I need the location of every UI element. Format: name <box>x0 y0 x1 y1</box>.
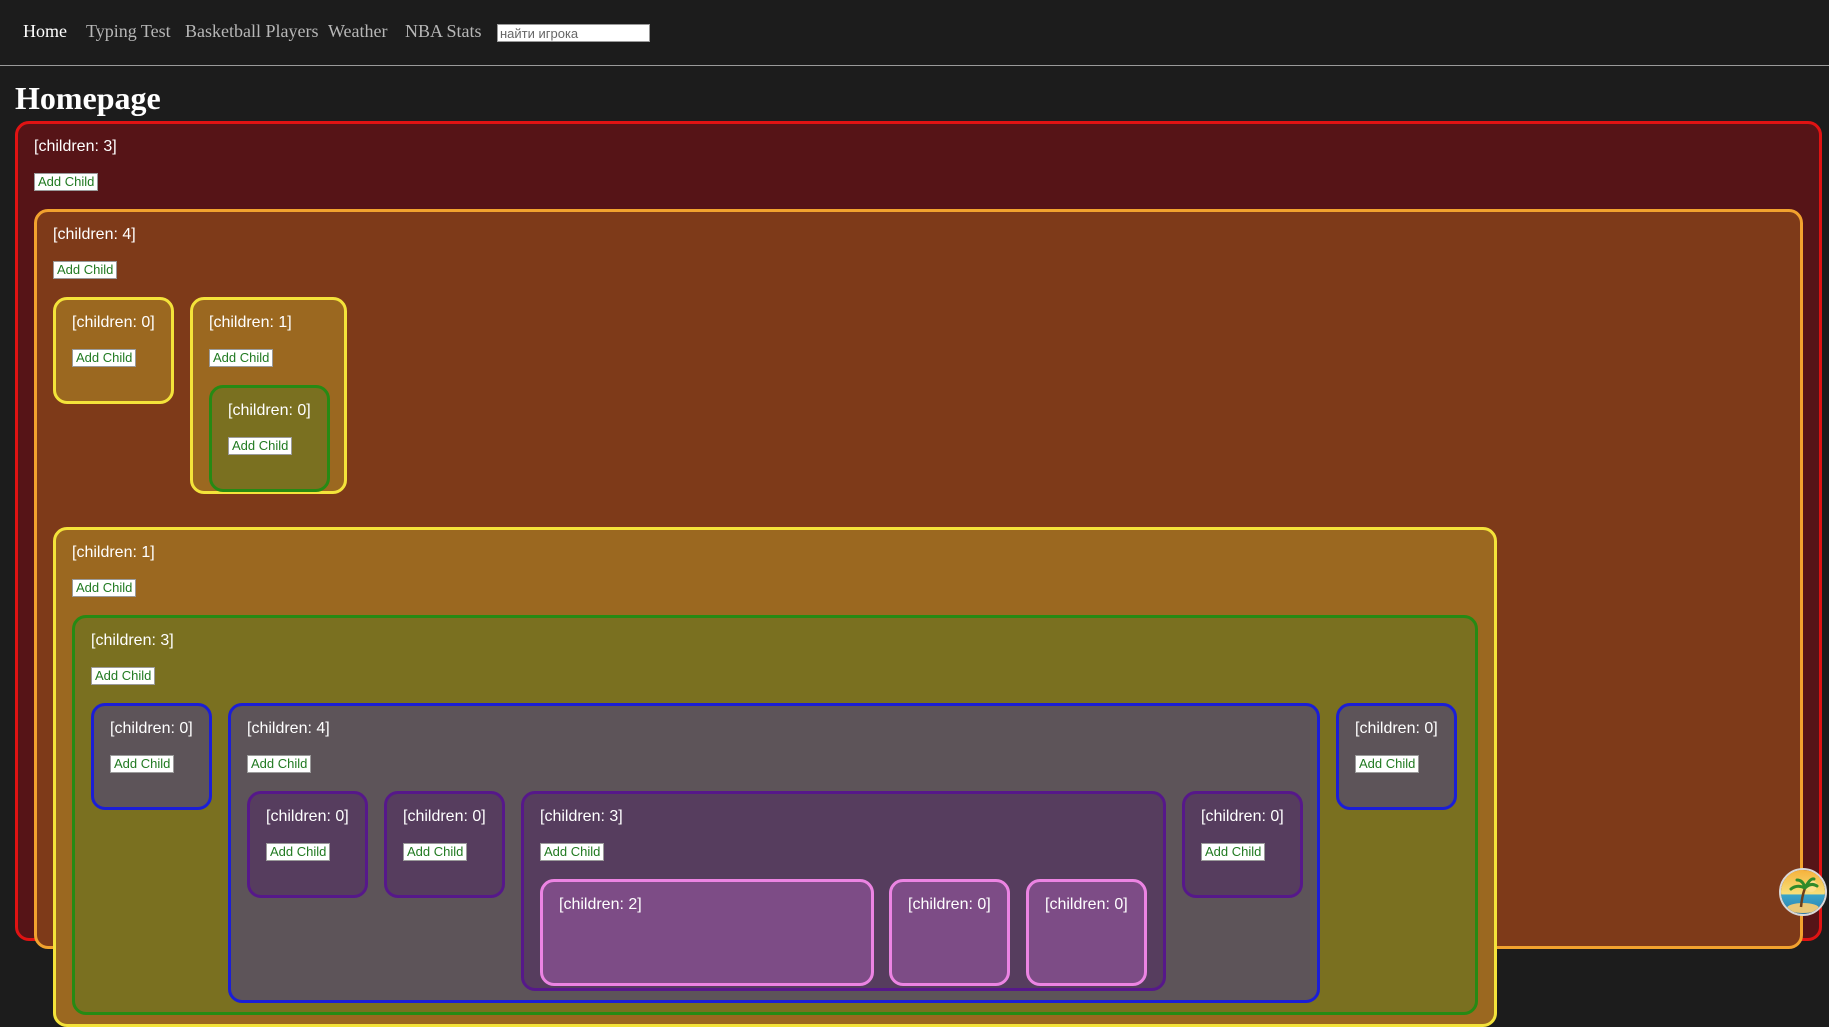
tree-node: [children: 0] Add Child <box>384 791 505 898</box>
tree-node: [children: 1] Add Child [children: 3] Ad… <box>53 527 1497 1027</box>
node-children-count: [children: 1] <box>209 314 292 331</box>
add-child-button[interactable]: Add Child <box>72 349 137 367</box>
tree-node: [children: 0] Add Child <box>209 385 330 492</box>
tree-node: [children: 0] <box>889 879 1010 986</box>
node-children-count: [children: 0] <box>1201 808 1284 825</box>
add-child-button[interactable]: Add Child <box>1201 843 1266 861</box>
add-child-button[interactable]: Add Child <box>266 843 331 861</box>
nav-link-weather[interactable]: Weather <box>328 21 388 42</box>
tree-node: [children: 3] Add Child [children: 2] [c… <box>521 791 1166 991</box>
node-children-count: [children: 0] <box>72 314 155 331</box>
node-children-count: [children: 4] <box>53 226 136 243</box>
add-child-button[interactable]: Add Child <box>34 173 99 191</box>
tree-node: [children: 0] Add Child <box>247 791 368 898</box>
tree-node: [children: 2] <box>540 879 874 986</box>
top-navigation: Home Typing Test Basketball Players Weat… <box>0 0 1829 66</box>
nav-link-nba-stats[interactable]: NBA Stats <box>405 21 482 42</box>
tree-node-root: [children: 3] Add Child [children: 4] Ad… <box>15 121 1822 1027</box>
add-child-button[interactable]: Add Child <box>110 755 175 773</box>
player-search-input[interactable] <box>497 24 650 42</box>
node-children-count: [children: 0] <box>110 720 193 737</box>
add-child-button[interactable]: Add Child <box>403 843 468 861</box>
tree-node: [children: 0] Add Child <box>1182 791 1303 898</box>
add-child-button[interactable]: Add Child <box>91 667 156 685</box>
nav-link-home[interactable]: Home <box>23 21 67 42</box>
node-children-count: [children: 0] <box>1355 720 1438 737</box>
tree-node: [children: 0] Add Child <box>53 297 174 404</box>
tree-node: [children: 4] Add Child [children: 0] Ad… <box>228 703 1320 1003</box>
node-children-count: [children: 2] <box>559 896 642 913</box>
palm-tree-avatar-icon[interactable] <box>1779 868 1827 916</box>
node-children-count: [children: 0] <box>403 808 486 825</box>
tree-node: [children: 3] Add Child [children: 0] Ad… <box>72 615 1478 1015</box>
page-title: Homepage <box>15 80 161 116</box>
tree-node: [children: 0] Add Child <box>1336 703 1457 810</box>
node-children-count: [children: 4] <box>247 720 330 737</box>
nav-link-typing-test[interactable]: Typing Test <box>86 21 171 42</box>
tree-node: [children: 4] Add Child [children: 0] Ad… <box>34 209 1803 1027</box>
add-child-button[interactable]: Add Child <box>247 755 312 773</box>
nav-link-basketball-players[interactable]: Basketball Players <box>185 21 318 42</box>
node-children-count: [children: 0] <box>228 402 311 419</box>
add-child-button[interactable]: Add Child <box>209 349 274 367</box>
node-children-count: [children: 0] <box>908 896 991 913</box>
add-child-button[interactable]: Add Child <box>53 261 118 279</box>
tree-node: [children: 1] Add Child [children: 0] Ad… <box>190 297 347 494</box>
tree-node: [children: 0] <box>1026 879 1147 986</box>
node-children-count: [children: 0] <box>1045 896 1128 913</box>
node-children-count: [children: 3] <box>91 632 174 649</box>
tree-node: [children: 0] Add Child <box>91 703 212 810</box>
node-children-count: [children: 3] <box>540 808 623 825</box>
add-child-button[interactable]: Add Child <box>72 579 137 597</box>
palm-tree-icon <box>1781 870 1825 914</box>
add-child-button[interactable]: Add Child <box>540 843 605 861</box>
node-children-count: [children: 1] <box>72 544 155 561</box>
add-child-button[interactable]: Add Child <box>1355 755 1420 773</box>
node-children-count: [children: 0] <box>266 808 349 825</box>
add-child-button[interactable]: Add Child <box>228 437 293 455</box>
node-children-count: [children: 3] <box>34 138 117 155</box>
